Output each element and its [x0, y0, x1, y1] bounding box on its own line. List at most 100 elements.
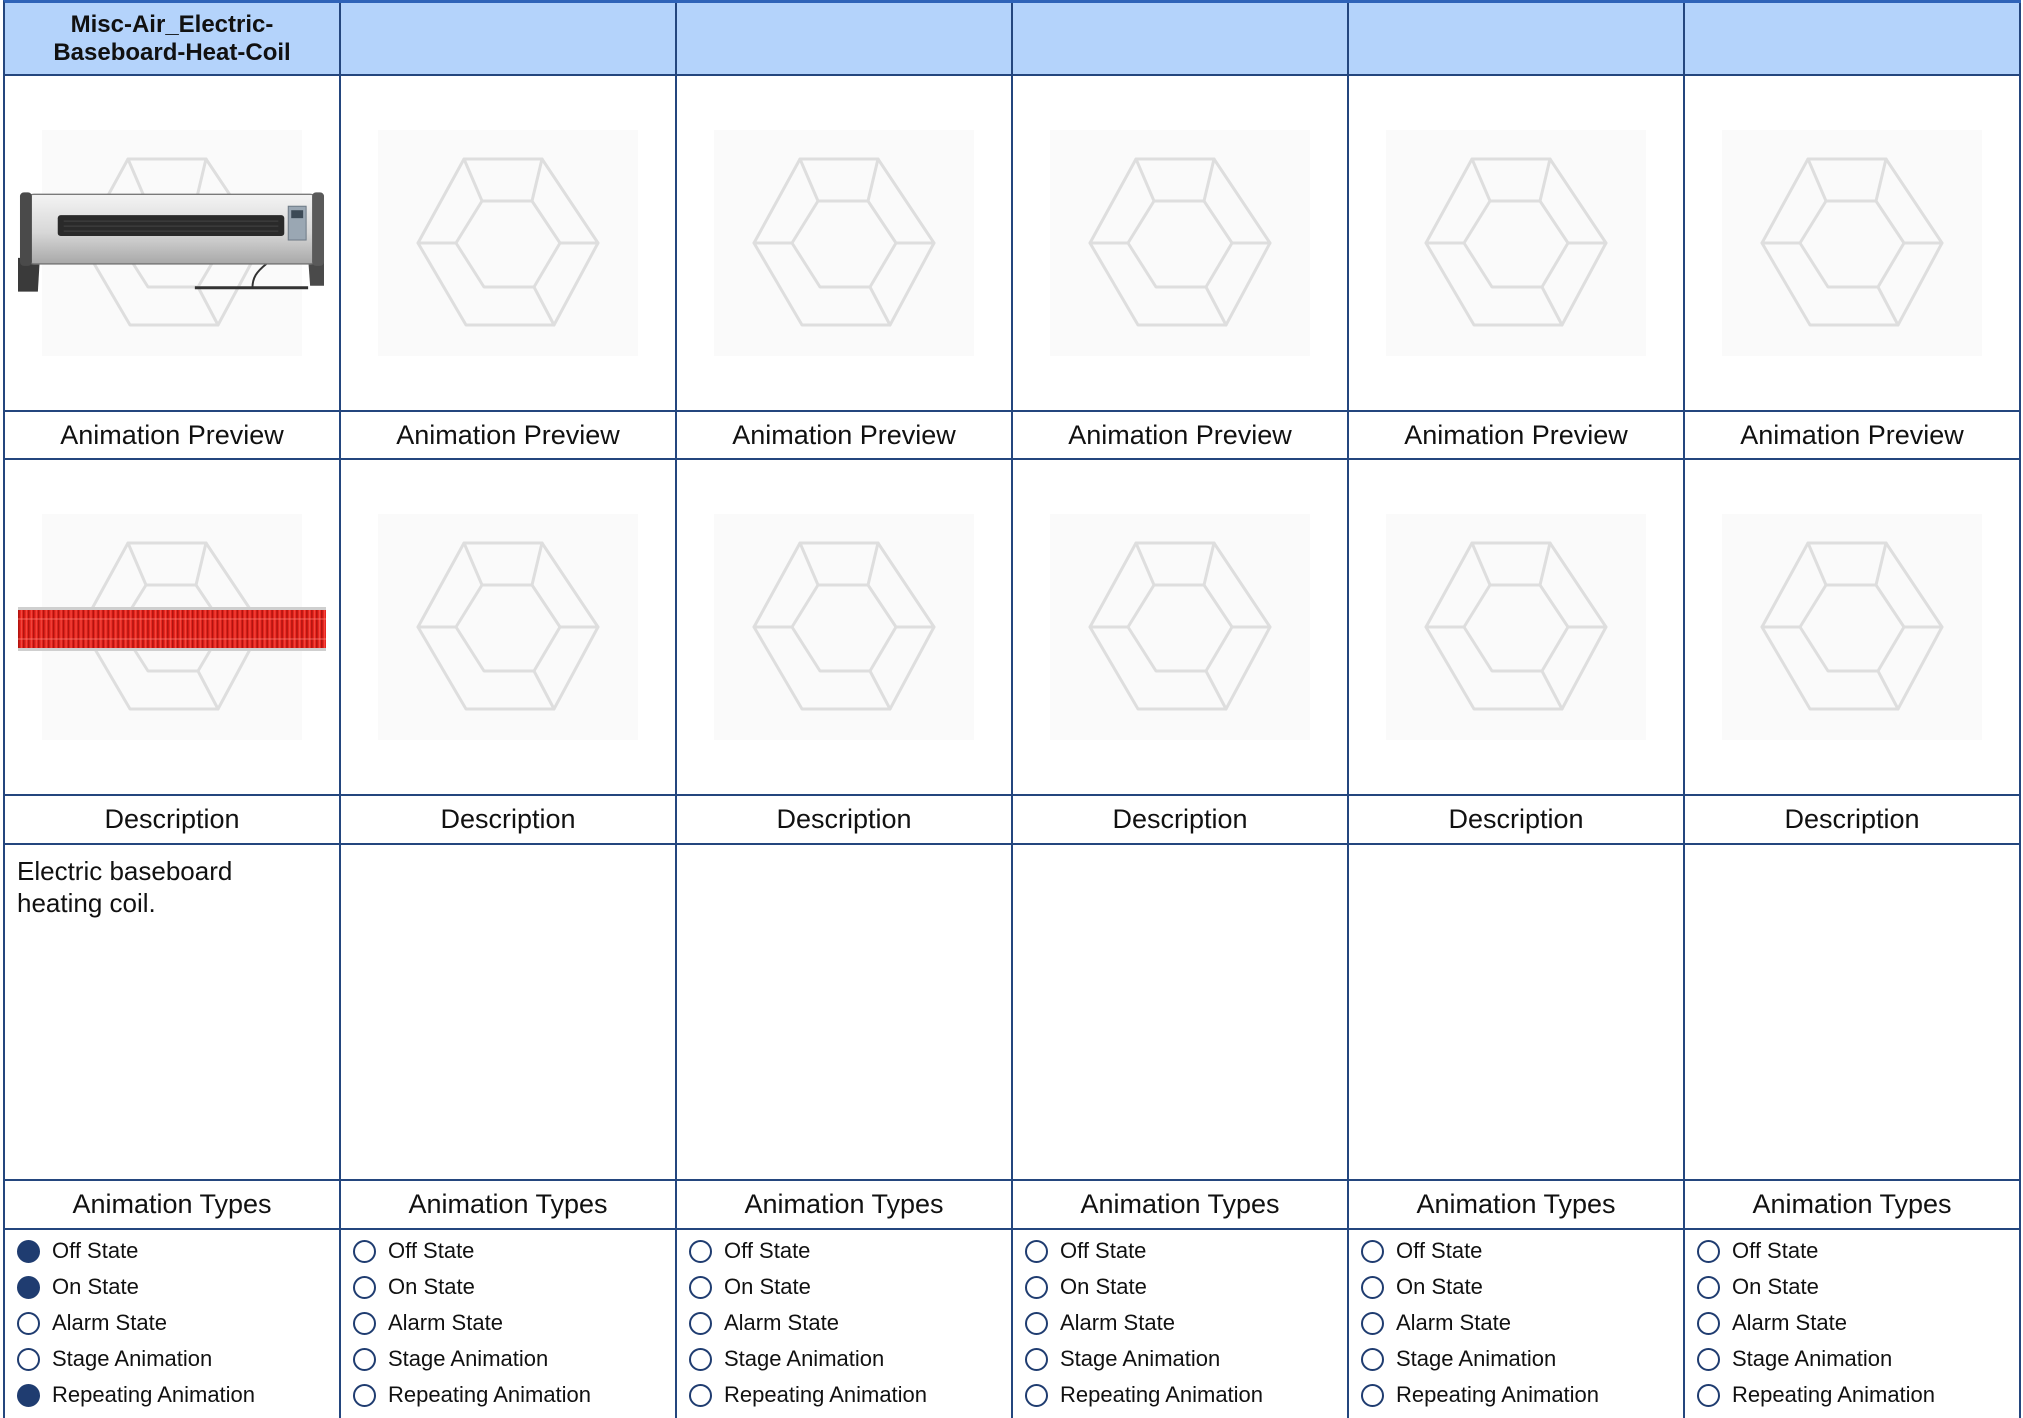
radio-unselected-icon [1025, 1311, 1048, 1335]
animation-type-label: On State [388, 1274, 475, 1299]
placeholder-logo-icon [414, 539, 602, 714]
column-5: Animation Preview Description Animation … [1349, 3, 1685, 1418]
radio-unselected-icon [1025, 1347, 1048, 1371]
animation-type-repeating-animation: Repeating Animation [1349, 1377, 1683, 1413]
radio-unselected-icon [353, 1239, 376, 1263]
animation-types-list: Off State On State Alarm State Stage Ani… [677, 1230, 1011, 1418]
radio-unselected-icon [1025, 1383, 1048, 1407]
animation-types-heading-cell: Animation Types [1685, 1181, 2019, 1230]
animation-type-label: Alarm State [52, 1310, 167, 1335]
radio-unselected-icon [353, 1311, 376, 1335]
animation-types-heading-cell: Animation Types [5, 1181, 339, 1230]
animation-types-heading: Animation Types [72, 1189, 272, 1219]
radio-unselected-icon [1361, 1347, 1384, 1371]
animation-preview-heading-cell: Animation Preview [341, 412, 675, 460]
animation-type-label: Off State [1732, 1238, 1819, 1263]
radio-unselected-icon [1025, 1275, 1048, 1299]
column-3: Animation Preview Description Animation … [677, 3, 1013, 1418]
image-background [1050, 514, 1310, 740]
animation-type-label: On State [724, 1274, 811, 1299]
static-image-cell [5, 76, 339, 412]
electric-baseboard-heater-image [18, 188, 326, 298]
animation-preview-heading-cell: Animation Preview [677, 412, 1011, 460]
animation-type-label: On State [1732, 1274, 1819, 1299]
animation-types-heading-cell: Animation Types [1349, 1181, 1683, 1230]
description-heading-cell: Description [5, 796, 339, 845]
description-cell [1349, 845, 1683, 1181]
image-background [1050, 130, 1310, 356]
animation-type-label: Stage Animation [1732, 1346, 1893, 1371]
radio-unselected-icon [689, 1347, 712, 1371]
animation-preview-heading: Animation Preview [60, 419, 284, 450]
animation-types-list: Off State On State Alarm State Stage Ani… [341, 1230, 675, 1418]
placeholder-logo-icon [414, 155, 602, 330]
animation-type-on-state: On State [677, 1269, 1011, 1305]
animation-types-heading-cell: Animation Types [1013, 1181, 1347, 1230]
radio-unselected-icon [689, 1239, 712, 1263]
static-image-cell [677, 76, 1011, 412]
description-heading: Description [776, 804, 912, 834]
animation-type-label: Alarm State [724, 1310, 839, 1335]
column-title-cell [1013, 3, 1347, 76]
page: { "colors": { "grid_border": "#24467e", … [0, 0, 2023, 1418]
placeholder-logo-icon [1422, 539, 1610, 714]
animation-preview-image-cell [5, 460, 339, 796]
animation-preview-heading-cell: Animation Preview [1349, 412, 1683, 460]
static-image-cell [1685, 76, 2019, 412]
animation-types-list: Off State On State Alarm State Stage Ani… [5, 1230, 339, 1418]
animation-types-heading-cell: Animation Types [341, 1181, 675, 1230]
placeholder-logo-icon [1758, 539, 1946, 714]
animation-preview-image-cell [341, 460, 675, 796]
animation-type-alarm-state: Alarm State [1349, 1305, 1683, 1341]
animation-types-heading-cell: Animation Types [677, 1181, 1011, 1230]
radio-selected-icon [17, 1383, 40, 1407]
image-background [1722, 514, 1982, 740]
description-cell: Electric baseboard heating coil. [5, 845, 339, 1181]
animation-type-off-state: Off State [1349, 1233, 1683, 1269]
animation-type-label: On State [52, 1274, 139, 1299]
placeholder-logo-icon [750, 155, 938, 330]
radio-unselected-icon [353, 1383, 376, 1407]
image-background [714, 130, 974, 356]
animation-type-label: Off State [388, 1238, 475, 1263]
animation-types-list: Off State On State Alarm State Stage Ani… [1013, 1230, 1347, 1418]
radio-unselected-icon [689, 1383, 712, 1407]
animation-type-alarm-state: Alarm State [341, 1305, 675, 1341]
radio-unselected-icon [1025, 1239, 1048, 1263]
animation-preview-heading: Animation Preview [1068, 419, 1292, 450]
description-cell [1685, 845, 2019, 1181]
description-heading: Description [440, 804, 576, 834]
animation-type-label: Alarm State [1060, 1310, 1175, 1335]
description-cell [341, 845, 675, 1181]
animation-type-stage-animation: Stage Animation [677, 1341, 1011, 1377]
animation-type-label: Repeating Animation [1396, 1382, 1600, 1407]
description-heading-cell: Description [1013, 796, 1347, 845]
animation-type-off-state: Off State [1013, 1233, 1347, 1269]
animation-types-heading: Animation Types [744, 1189, 944, 1219]
description-heading: Description [1784, 804, 1920, 834]
animation-type-stage-animation: Stage Animation [341, 1341, 675, 1377]
radio-unselected-icon [1361, 1239, 1384, 1263]
animation-type-label: Repeating Animation [1732, 1382, 1936, 1407]
animation-preview-heading: Animation Preview [396, 419, 620, 450]
description-heading: Description [1448, 804, 1584, 834]
radio-unselected-icon [1361, 1383, 1384, 1407]
animation-types-heading: Animation Types [1080, 1189, 1280, 1219]
animation-type-off-state: Off State [5, 1233, 339, 1269]
animation-types-list: Off State On State Alarm State Stage Ani… [1685, 1230, 2019, 1418]
animation-preview-image-cell [677, 460, 1011, 796]
placeholder-logo-icon [1758, 155, 1946, 330]
radio-unselected-icon [17, 1311, 40, 1335]
column-2: Animation Preview Description Animation … [341, 3, 677, 1418]
animation-type-on-state: On State [1013, 1269, 1347, 1305]
graphic-name: Misc-Air_Electric-Baseboard-Heat-Coil [53, 10, 291, 66]
animation-preview-heading: Animation Preview [732, 419, 956, 450]
column-title-cell [341, 3, 675, 76]
placeholder-logo-icon [1086, 539, 1274, 714]
animation-graphics-table: Misc-Air_Electric-Baseboard-Heat-Coil An… [3, 0, 2021, 1418]
column-4: Animation Preview Description Animation … [1013, 3, 1349, 1418]
description-cell [1013, 845, 1347, 1181]
animation-type-off-state: Off State [341, 1233, 675, 1269]
animation-type-label: Off State [1060, 1238, 1147, 1263]
description-heading-cell: Description [1685, 796, 2019, 845]
